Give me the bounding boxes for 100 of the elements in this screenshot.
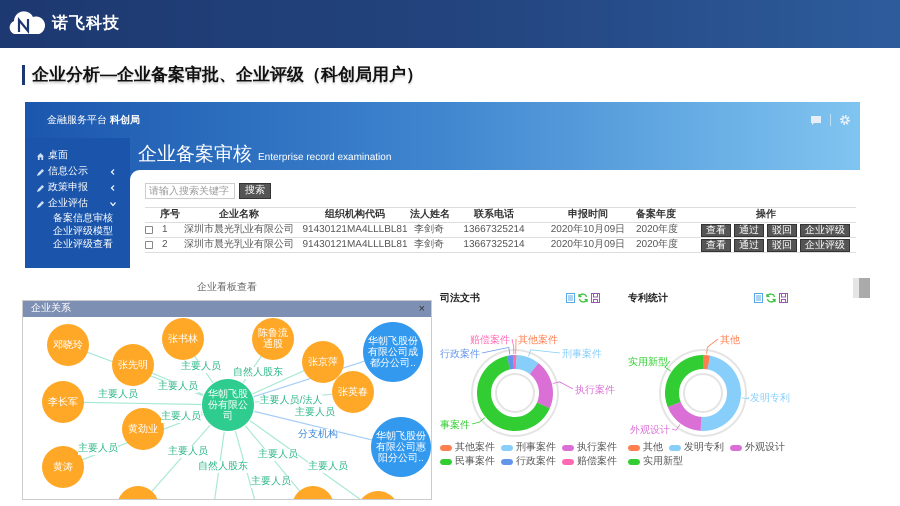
column-header: 操作 xyxy=(754,208,777,222)
inner-ring-outline xyxy=(683,373,723,413)
action-button[interactable]: 通过 xyxy=(734,238,764,252)
chart-title: 司法文书 xyxy=(440,292,480,306)
sidebar-subitem[interactable]: 企业评级模型 xyxy=(25,225,130,238)
action-button[interactable]: 企业评级 xyxy=(800,238,850,252)
inner-ring-outline xyxy=(495,373,535,413)
edge-label: 主要人员 xyxy=(98,389,138,401)
table-cell-text: 李剑奇 xyxy=(413,223,445,237)
column-header: 联系电话 xyxy=(472,208,515,222)
sidebar-item[interactable]: 信息公示 xyxy=(25,164,130,180)
slice-label: 实用新型 xyxy=(628,357,668,368)
leader-line xyxy=(706,338,718,355)
legend-item[interactable]: 赔偿案件 xyxy=(562,456,617,468)
page-title: 企业备案审核 xyxy=(138,144,252,166)
table-cell-text: 91430121MA4LLLBL81 xyxy=(301,238,409,252)
slice-label: 事案件 xyxy=(440,420,470,431)
edge-label: 自然人股东 xyxy=(233,367,283,379)
legend-item[interactable]: 行政案件 xyxy=(501,456,556,468)
action-button[interactable]: 查看 xyxy=(701,238,731,252)
column-header: 序号 xyxy=(160,208,178,222)
legend-item[interactable]: 其他 xyxy=(628,442,663,454)
table-cell-text: 2020年10月09日 xyxy=(550,223,626,237)
refresh-icon[interactable] xyxy=(578,293,588,303)
table-cell: 2020年度 xyxy=(636,223,676,237)
table-cell-text: 深圳市晨光乳业有限公司 xyxy=(183,238,295,252)
save-icon[interactable] xyxy=(779,293,788,303)
edge-label: 主要人员 xyxy=(158,381,198,393)
title-accent-bar xyxy=(22,65,25,85)
edge-label: 主要人员/法人 xyxy=(260,395,322,407)
edge-label: 主要人员 xyxy=(181,361,221,373)
action-button[interactable]: 驳回 xyxy=(767,224,797,236)
chat-icon[interactable] xyxy=(811,116,821,124)
search-button[interactable]: 搜索 xyxy=(239,183,271,199)
document-icon[interactable] xyxy=(754,293,763,303)
leader-line xyxy=(672,424,680,431)
action-button[interactable]: 查看 xyxy=(701,224,731,236)
column-header: 组织机构代码 xyxy=(324,208,386,222)
legend-item[interactable]: 民事案件 xyxy=(440,456,495,468)
column-header: 申报时间 xyxy=(567,208,609,222)
slice-label: 行政案件 xyxy=(440,349,480,360)
leader-line xyxy=(741,396,750,400)
legend-item[interactable]: 刑事案件 xyxy=(501,442,556,454)
page-subtitle: Enterprise record examination xyxy=(258,151,392,165)
legend-item[interactable]: 执行案件 xyxy=(562,442,617,454)
sidebar-item[interactable]: 政策申报 xyxy=(25,180,130,196)
table-cell-text: 13667325214 xyxy=(462,238,526,252)
legend-item[interactable]: 实用新型 xyxy=(628,456,683,468)
brand-name: 诺飞科技 xyxy=(52,14,120,34)
leader-line xyxy=(472,417,486,424)
sidebar-item[interactable]: 企业评估 xyxy=(25,196,130,212)
person-node: 李长军 xyxy=(42,381,84,423)
sidebar-subitem[interactable]: 企业评级查看 xyxy=(25,238,130,251)
table-cell-text: 2020年10月09日 xyxy=(550,238,626,252)
dialog-title: 企业关系 xyxy=(31,303,71,315)
edge-label: 分支机构 xyxy=(298,429,338,441)
slice-label: 其他案件 xyxy=(518,335,558,346)
slice-label: 赔偿案件 xyxy=(470,335,510,346)
save-icon[interactable] xyxy=(591,293,600,303)
row-checkbox[interactable] xyxy=(145,226,153,234)
leader-line xyxy=(552,381,574,390)
person-node: 陈鲁流通股 xyxy=(252,318,294,360)
table-cell: 2020年度 xyxy=(636,238,676,252)
slice-label: 外观设计 xyxy=(630,425,670,436)
settings-icon[interactable] xyxy=(840,115,850,125)
action-button[interactable]: 驳回 xyxy=(767,238,797,252)
edge-label: 主要人员 xyxy=(295,407,335,419)
document-icon[interactable] xyxy=(566,293,575,303)
slide-title: 企业分析—企业备案审批、企业评级（科创局用户） xyxy=(32,64,423,86)
section-caption: 企业看板查看 xyxy=(196,280,258,295)
search-field[interactable]: 请输入搜索关键字 xyxy=(145,183,235,199)
row-checkbox[interactable] xyxy=(145,241,153,249)
scrollbar[interactable] xyxy=(853,278,870,298)
edge-label: 主要人员 xyxy=(251,476,291,488)
legend-item[interactable]: 外观设计 xyxy=(730,442,785,454)
close-button[interactable]: × xyxy=(418,303,425,315)
chart-title: 专利统计 xyxy=(628,292,668,306)
home-icon xyxy=(37,152,44,160)
table-cell-text: 深圳市晨光乳业有限公司 xyxy=(183,223,295,237)
table-cell-text: 2 xyxy=(161,238,169,252)
edge-label: 主要人员 xyxy=(168,446,208,458)
action-button[interactable]: 通过 xyxy=(734,224,764,236)
table-cell-text: 1 xyxy=(161,223,169,237)
edge-label: 自然人股东 xyxy=(198,461,248,473)
legend-item[interactable]: 其他案件 xyxy=(440,442,495,454)
column-header: 法人姓名 xyxy=(410,208,448,222)
leader-line xyxy=(528,349,560,357)
sidebar-subitem[interactable]: 备案信息审核 xyxy=(25,212,130,225)
slice-label: 执行案件 xyxy=(575,385,615,396)
sidebar-item[interactable]: 桌面 xyxy=(25,148,130,164)
column-header: 备案年度 xyxy=(636,208,676,222)
pencil-icon xyxy=(37,168,44,176)
refresh-icon[interactable] xyxy=(766,293,776,303)
slice-label: 其他 xyxy=(720,335,740,346)
edge-label: 主要人员 xyxy=(308,461,348,473)
company-node: 华朝飞股份有限公司惠阳分公司.. xyxy=(371,417,431,477)
pencil-icon xyxy=(37,200,44,208)
legend-item[interactable]: 发明专利 xyxy=(669,442,724,454)
company-node: 华朝飞股份有限公司 xyxy=(202,379,254,431)
action-button[interactable]: 企业评级 xyxy=(800,224,850,236)
